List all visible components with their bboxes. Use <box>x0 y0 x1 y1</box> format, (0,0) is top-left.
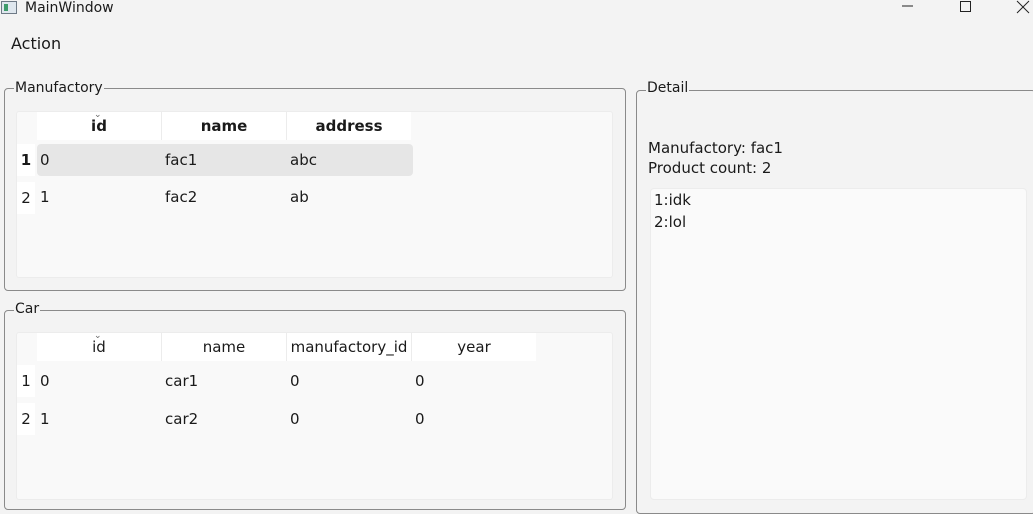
app-icon <box>1 1 17 14</box>
selected-row-highlight <box>37 144 413 176</box>
table-cell[interactable]: 0 <box>290 409 300 429</box>
detail-product-count-label: Product count: 2 <box>648 159 772 177</box>
maximize-icon <box>960 1 971 12</box>
table-cell[interactable]: 0 <box>40 371 50 391</box>
title-bar: MainWindow <box>0 0 1033 18</box>
table-cell[interactable]: ab <box>290 187 309 207</box>
row-header-1[interactable]: 1 <box>17 144 35 176</box>
close-icon <box>1016 0 1030 14</box>
column-header-manufactory-id[interactable]: manufactory_id <box>287 333 411 361</box>
car-table[interactable]: id ⌄ name manufactory_id year 1 2 0 car1… <box>16 332 613 500</box>
table-cell[interactable]: 1 <box>40 187 50 207</box>
detail-group-title: Detail <box>646 80 690 96</box>
manufactory-group-title: Manufactory <box>14 80 104 96</box>
table-cell[interactable]: 0 <box>415 409 425 429</box>
table-cell[interactable]: abc <box>290 150 317 170</box>
close-button[interactable] <box>1000 0 1033 18</box>
maximize-button[interactable] <box>942 0 988 18</box>
table-cell[interactable]: 0 <box>290 371 300 391</box>
chevron-down-icon: ⌄ <box>94 111 102 120</box>
table-cell[interactable]: fac2 <box>165 187 197 207</box>
chevron-down-icon: ⌄ <box>94 332 102 341</box>
row-header-2[interactable]: 2 <box>17 182 35 214</box>
table-cell[interactable]: 0 <box>415 371 425 391</box>
table-cell[interactable]: fac1 <box>165 150 197 170</box>
row-header-2[interactable]: 2 <box>17 403 35 435</box>
product-line: 2:lol <box>654 213 687 231</box>
table-cell[interactable]: car1 <box>165 371 198 391</box>
window-title: MainWindow <box>25 0 114 16</box>
minimize-button[interactable] <box>884 0 930 18</box>
table-cell[interactable]: 1 <box>40 409 50 429</box>
product-list-textbox[interactable]: 1:idk 2:lol <box>650 188 1027 500</box>
column-header-address[interactable]: address <box>287 112 411 140</box>
minimize-icon <box>902 5 913 7</box>
manufactory-table[interactable]: id ⌄ name address 1 2 0 fac1 abc 1 fac2 … <box>16 111 613 278</box>
table-cell[interactable]: car2 <box>165 409 198 429</box>
column-header-name[interactable]: name <box>162 333 286 361</box>
column-header-year[interactable]: year <box>412 333 536 361</box>
row-header-1[interactable]: 1 <box>17 365 35 397</box>
table-cell[interactable]: 0 <box>40 150 50 170</box>
car-group-title: Car <box>14 301 41 317</box>
detail-manufactory-label: Manufactory: fac1 <box>648 139 783 157</box>
menu-action[interactable]: Action <box>11 34 61 54</box>
product-line: 1:idk <box>654 191 691 209</box>
column-header-name[interactable]: name <box>162 112 286 140</box>
